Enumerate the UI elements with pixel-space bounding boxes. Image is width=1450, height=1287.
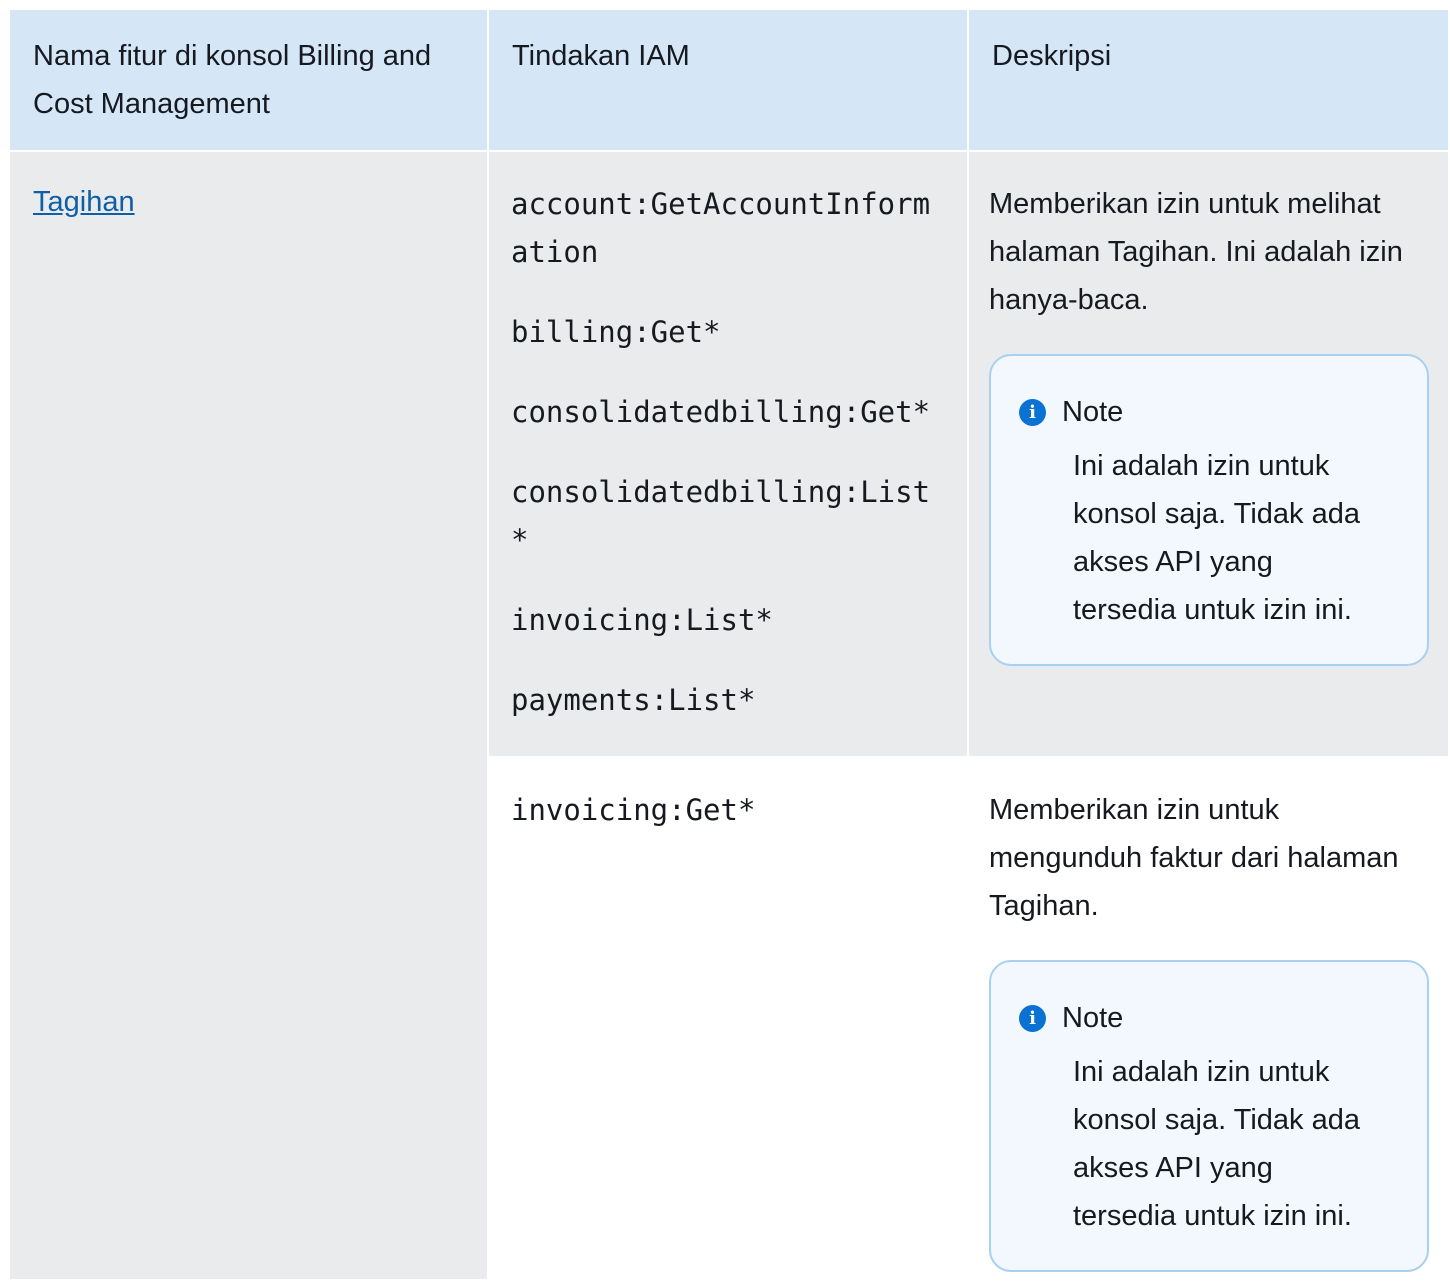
action-cell: account:GetAccountInformation billing:Ge… bbox=[487, 150, 968, 757]
iam-action: payments:List* bbox=[511, 683, 756, 717]
iam-action: account:GetAccountInformation bbox=[511, 187, 931, 269]
header-feature-name: Nama fitur di konsol Billing and Cost Ma… bbox=[10, 10, 488, 151]
description-text: Memberikan izin untuk melihat halaman Ta… bbox=[989, 188, 1403, 316]
note-body: Ini adalah izin untuk konsol saja. Tidak… bbox=[1073, 1056, 1360, 1232]
info-icon: i bbox=[1019, 398, 1046, 426]
description-cell: Memberikan izin untuk mengunduh faktur d… bbox=[967, 756, 1448, 1279]
note-box: i Note Ini adalah izin untuk konsol saja… bbox=[989, 354, 1429, 666]
iam-action: invoicing:Get* bbox=[511, 793, 756, 827]
note-header: i Note bbox=[1019, 394, 1407, 430]
note-title: Note bbox=[1062, 396, 1124, 428]
description-text: Memberikan izin untuk mengunduh faktur d… bbox=[989, 794, 1399, 922]
iam-action: consolidatedbilling:Get* bbox=[511, 395, 931, 429]
info-icon: i bbox=[1019, 1004, 1046, 1032]
note-body: Ini adalah izin untuk konsol saja. Tidak… bbox=[1073, 450, 1360, 626]
header-description: Deskripsi bbox=[967, 10, 1448, 151]
header-iam-action: Tindakan IAM bbox=[487, 10, 968, 151]
iam-action: invoicing:List* bbox=[511, 603, 773, 637]
note-header: i Note bbox=[1019, 1000, 1407, 1036]
note-box: i Note Ini adalah izin untuk konsol saja… bbox=[989, 960, 1429, 1272]
iam-action: billing:Get* bbox=[511, 315, 721, 349]
note-title: Note bbox=[1062, 1002, 1124, 1034]
table-header-row: Nama fitur di konsol Billing and Cost Ma… bbox=[10, 10, 1448, 151]
permissions-table: Nama fitur di konsol Billing and Cost Ma… bbox=[10, 10, 1448, 1279]
action-cell: invoicing:Get* bbox=[487, 756, 968, 1279]
description-cell: Memberikan izin untuk melihat halaman Ta… bbox=[967, 150, 1448, 757]
iam-action: consolidatedbilling:List* bbox=[511, 475, 931, 557]
feature-cell: Tagihan bbox=[10, 150, 488, 1279]
feature-link-tagihan[interactable]: Tagihan bbox=[33, 186, 135, 218]
table-row: Tagihan account:GetAccountInformation bi… bbox=[10, 150, 1448, 1279]
